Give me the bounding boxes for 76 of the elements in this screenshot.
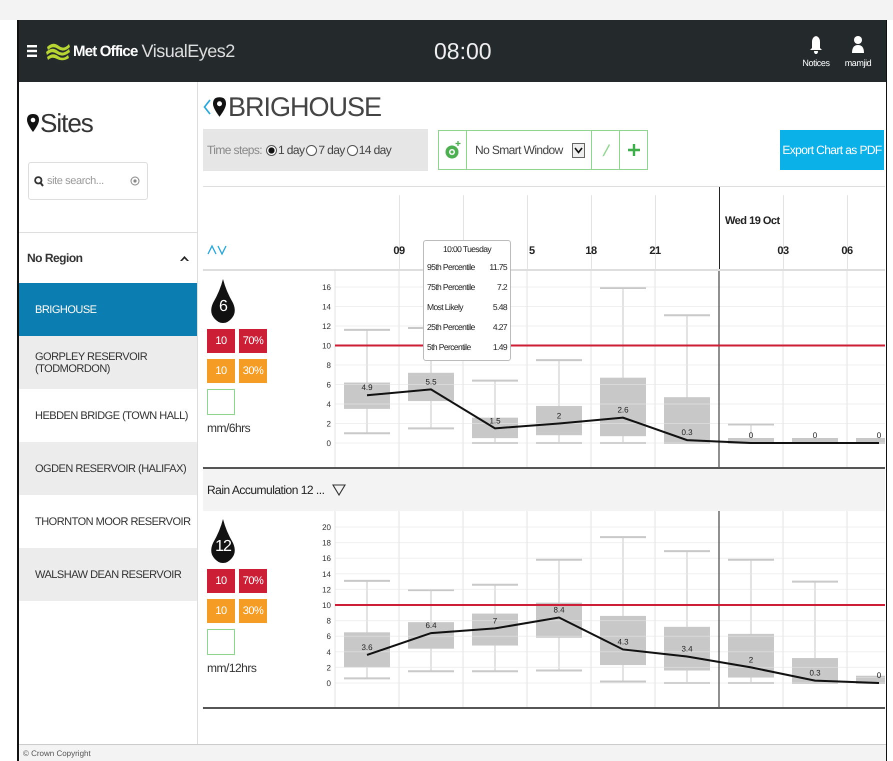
value-label: 4.3 bbox=[617, 637, 629, 646]
y-tick-label: 6 bbox=[326, 632, 331, 642]
y-tick-label: 0 bbox=[326, 439, 331, 448]
time-label: 5 bbox=[529, 245, 535, 257]
value-label: 6.4 bbox=[425, 621, 437, 630]
threshold-value: 10 bbox=[207, 599, 235, 623]
y-tick-label: 16 bbox=[322, 554, 331, 564]
y-tick-label: 8 bbox=[326, 616, 331, 626]
raindrop-badge: 6 bbox=[210, 279, 236, 323]
threshold-probability: 30% bbox=[239, 599, 267, 623]
time-label: 03 bbox=[777, 245, 789, 257]
y-tick-label: 10 bbox=[322, 601, 331, 610]
value-label: 0 bbox=[876, 431, 882, 440]
threshold-value: 10 bbox=[207, 359, 235, 383]
time-label: 06 bbox=[841, 245, 853, 257]
tooltip-value: 5.48 bbox=[492, 301, 507, 314]
value-label: 2 bbox=[556, 412, 562, 420]
copyright-text: © Crown Copyright bbox=[23, 748, 91, 758]
y-tick-label: 4 bbox=[326, 648, 331, 657]
value-label: 0 bbox=[748, 431, 754, 440]
value-label: 2.6 bbox=[617, 406, 629, 415]
units-label: mm/6hrs bbox=[207, 421, 252, 435]
y-tick-label: 2 bbox=[326, 663, 331, 672]
value-label: 1.5 bbox=[489, 416, 501, 426]
tooltip-title: 10:00 Tuesday bbox=[442, 244, 492, 254]
units-label: mm/12hrs bbox=[207, 661, 258, 675]
brand-name: Met Office bbox=[73, 42, 138, 60]
y-tick-label: 18 bbox=[322, 538, 331, 548]
y-tick-label: 14 bbox=[322, 302, 331, 312]
value-label: 2 bbox=[748, 655, 754, 664]
y-tick-label: 14 bbox=[322, 570, 331, 579]
sites-title: Sites bbox=[40, 108, 93, 138]
tooltip-value: 4.27 bbox=[492, 321, 507, 334]
threshold-probability: 70% bbox=[239, 569, 267, 593]
threshold-probability: 30% bbox=[239, 359, 267, 383]
y-tick-label: 10 bbox=[322, 342, 331, 350]
tooltip-value: 1.49 bbox=[492, 341, 507, 354]
y-tick-label: 16 bbox=[322, 283, 331, 292]
site-title: BRIGHOUSE bbox=[228, 92, 382, 122]
value-label: 5.5 bbox=[425, 377, 437, 386]
y-tick-label: 4 bbox=[326, 400, 331, 409]
product-name: VisualEyes2 bbox=[142, 40, 235, 62]
y-tick-label: 12 bbox=[322, 322, 331, 331]
y-tick-label: 6 bbox=[326, 380, 331, 390]
y-tick-label: 8 bbox=[326, 361, 331, 370]
time-steps-label: Time steps: bbox=[207, 143, 262, 157]
threshold-value: 10 bbox=[207, 569, 235, 593]
value-label: 0 bbox=[876, 671, 882, 680]
time-label: 18 bbox=[585, 245, 597, 257]
tooltip-label: 5th Percentile bbox=[427, 341, 471, 354]
time-label: 21 bbox=[649, 245, 661, 257]
day-label: Wed 19 Oct bbox=[725, 215, 780, 227]
time-label: 09 bbox=[393, 245, 405, 257]
value-label: 3.6 bbox=[361, 642, 373, 652]
value-label: 4.9 bbox=[361, 383, 373, 392]
tooltip-label: 95th Percentile bbox=[427, 261, 475, 274]
threshold-probability: 70% bbox=[239, 329, 267, 353]
value-label: 0.3 bbox=[681, 428, 693, 438]
value-label: 3.4 bbox=[681, 644, 693, 654]
parameter-title: Rain Accumulation 12 ... bbox=[207, 483, 324, 497]
y-tick-label: 12 bbox=[322, 585, 331, 594]
tooltip-value: 11.75 bbox=[489, 261, 507, 274]
y-tick-label: 20 bbox=[322, 523, 331, 532]
tooltip-value: 7.2 bbox=[496, 281, 507, 294]
y-tick-label: 2 bbox=[326, 420, 331, 428]
tooltip-label: 25th Percentile bbox=[427, 321, 475, 334]
value-label: 0.3 bbox=[809, 668, 821, 678]
raindrop-badge: 12 bbox=[210, 519, 236, 563]
value-label: 0 bbox=[812, 431, 818, 440]
threshold-value: 10 bbox=[207, 329, 235, 353]
tooltip-label: 75th Percentile bbox=[427, 281, 475, 294]
y-tick-label: 0 bbox=[326, 679, 331, 688]
value-label: 7 bbox=[492, 616, 498, 626]
tooltip-label: Most Likely bbox=[427, 301, 463, 314]
value-label: 8.4 bbox=[553, 605, 565, 614]
current-time: 08:00 bbox=[434, 38, 492, 64]
